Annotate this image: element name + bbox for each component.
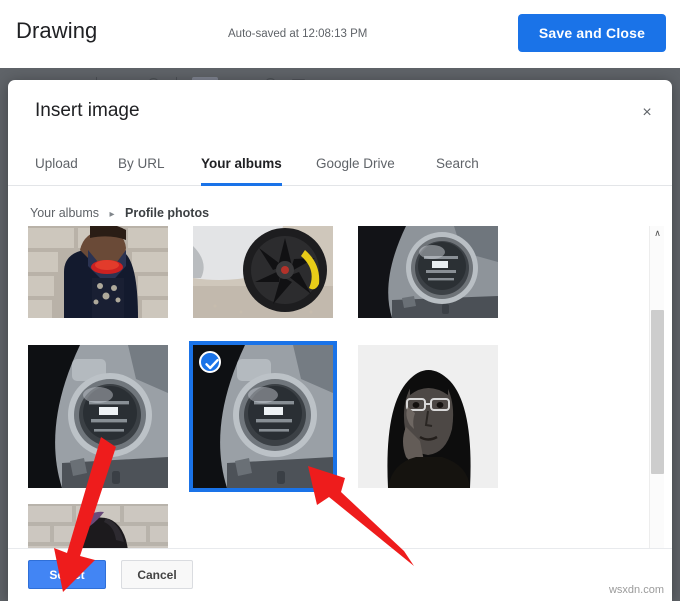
close-icon[interactable]: ×	[634, 100, 660, 126]
thumbnail-car-wheel-yellow-caliper[interactable]	[193, 226, 333, 318]
autosave-status: Auto-saved at 12:08:13 PM	[228, 28, 368, 40]
thumbnail-image	[28, 226, 168, 318]
thumbnail-image	[358, 226, 498, 318]
scrollbar-thumb[interactable]	[651, 310, 664, 474]
thumbnail-car-headlight-wide[interactable]	[28, 345, 168, 488]
thumbnail-car-headlight-closeup[interactable]	[358, 226, 498, 318]
select-button[interactable]: Select	[28, 560, 106, 589]
thumbnail-image	[193, 226, 333, 318]
breadcrumb-current: Profile photos	[125, 206, 210, 220]
thumbnail-image	[358, 345, 498, 488]
cancel-button[interactable]: Cancel	[121, 560, 193, 589]
drawing-app-header: Drawing Auto-saved at 12:08:13 PM Save a…	[0, 0, 680, 68]
dialog-footer: Select Cancel wsxdn.com	[8, 548, 672, 601]
save-and-close-button[interactable]: Save and Close	[518, 14, 666, 52]
page-title: Drawing	[16, 18, 98, 43]
thumbnail-car-headlight-wide-selected[interactable]	[189, 341, 337, 492]
scroll-up-icon[interactable]: ∧	[650, 226, 665, 241]
tab-by-url[interactable]: By URL	[118, 142, 165, 186]
chevron-right-icon: ▸	[109, 209, 115, 220]
tab-google-drive[interactable]: Google Drive	[316, 142, 395, 186]
watermark: wsxdn.com	[608, 584, 664, 596]
tab-search[interactable]: Search	[436, 142, 479, 186]
breadcrumb: Your albums ▸ Profile photos	[30, 206, 209, 220]
thumbnail-woman-red-necklace-brick-wall[interactable]	[28, 226, 168, 318]
album-thumbnail-grid[interactable]	[16, 226, 664, 568]
dialog-tabs: Upload By URL Your albums Google Drive S…	[8, 142, 672, 186]
thumbnail-portrait-woman-glasses-bw[interactable]	[358, 345, 498, 488]
grid-scrollbar[interactable]: ∧ ∨	[649, 226, 664, 568]
tab-your-albums[interactable]: Your albums	[201, 142, 282, 186]
dialog-title: Insert image	[35, 100, 140, 121]
thumbnail-image	[28, 345, 168, 488]
breadcrumb-root[interactable]: Your albums	[30, 206, 99, 220]
screen: Drawing Auto-saved at 12:08:13 PM Save a…	[0, 0, 680, 601]
tab-upload[interactable]: Upload	[35, 142, 78, 186]
selected-check-icon	[199, 351, 221, 373]
insert-image-dialog: Insert image × Upload By URL Your albums…	[8, 80, 672, 601]
